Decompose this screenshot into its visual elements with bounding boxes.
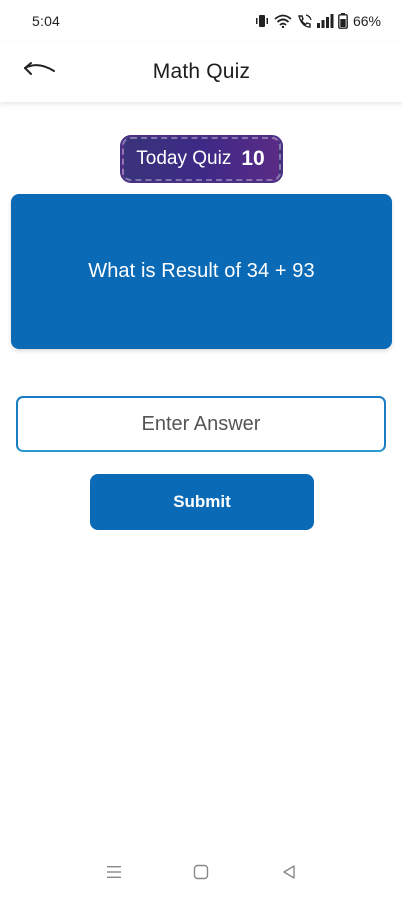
question-card: What is Result of 34 + 93 bbox=[11, 194, 392, 349]
submit-button[interactable]: Submit bbox=[90, 474, 314, 530]
today-quiz-badge: Today Quiz 10 bbox=[120, 135, 283, 183]
wifi-calling-icon bbox=[296, 14, 312, 28]
screen: 5:04 66% Math Quiz Today Quiz 10 What is… bbox=[0, 0, 403, 900]
page-title: Math Quiz bbox=[152, 60, 251, 83]
menu-icon bbox=[106, 865, 122, 884]
status-icons: 66% bbox=[254, 13, 381, 29]
nav-menu-button[interactable] bbox=[94, 859, 134, 889]
nav-back-button[interactable] bbox=[269, 859, 309, 889]
home-square-icon bbox=[193, 864, 209, 885]
status-bar: 5:04 66% bbox=[0, 0, 403, 42]
battery-icon bbox=[338, 13, 348, 29]
answer-input[interactable] bbox=[16, 396, 386, 452]
nav-home-button[interactable] bbox=[181, 859, 221, 889]
app-bar: Math Quiz bbox=[0, 42, 403, 102]
vibrate-icon bbox=[254, 14, 270, 28]
badge-count: 10 bbox=[241, 147, 265, 170]
back-button[interactable] bbox=[18, 56, 58, 88]
battery-percent: 66% bbox=[352, 13, 381, 29]
wifi-icon bbox=[274, 14, 292, 28]
system-nav-bar bbox=[0, 848, 403, 900]
badge-container: Today Quiz 10 bbox=[0, 135, 403, 183]
status-time: 5:04 bbox=[32, 13, 61, 29]
badge-label: Today Quiz bbox=[136, 148, 232, 169]
signal-icon bbox=[316, 14, 334, 28]
back-triangle-icon bbox=[281, 864, 297, 885]
question-text: What is Result of 34 + 93 bbox=[88, 260, 315, 282]
back-arrow-icon bbox=[20, 59, 56, 86]
